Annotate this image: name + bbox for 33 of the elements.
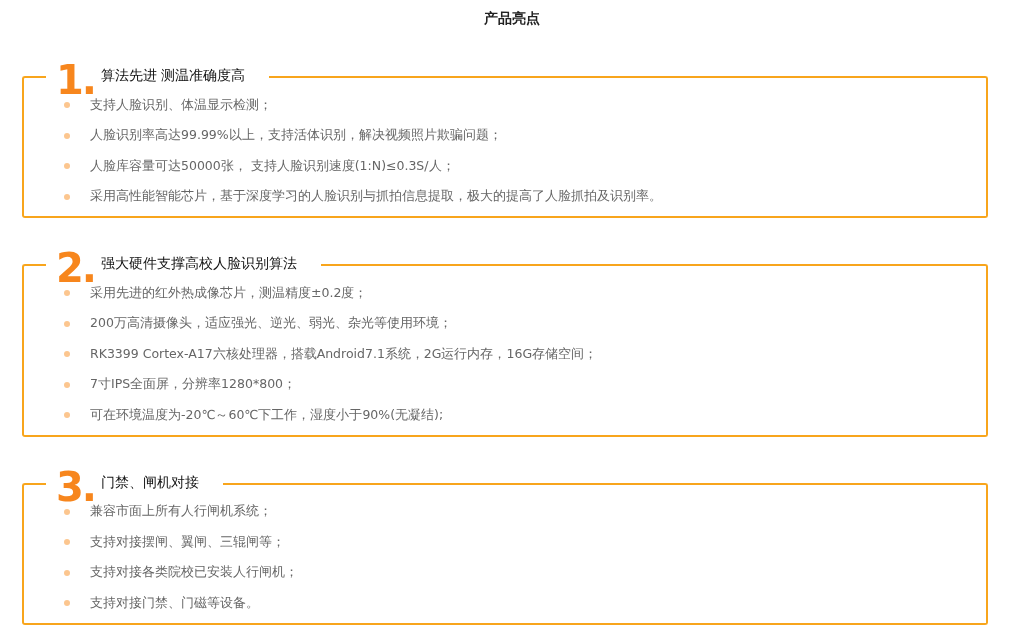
feature-text: 7寸IPS全面屏，分辨率1280*800； bbox=[90, 376, 297, 394]
section-heading: 强大硬件支撑高校人脸识别算法 bbox=[101, 255, 298, 273]
bullet-icon bbox=[64, 132, 70, 139]
section-number: 3. bbox=[56, 468, 96, 505]
feature-text: 支持对接摆闸、翼闸、三辊闸等； bbox=[90, 533, 285, 551]
bullet-icon bbox=[64, 290, 70, 297]
feature-text: 人脸库容量可达50000张， 支持人脸识别速度(1:N)≤0.3S/人； bbox=[90, 157, 455, 175]
feature-text: 采用先进的红外热成像芯片，测温精度±0.2度； bbox=[90, 284, 368, 302]
section-heading: 算法先进 测温准确度高 bbox=[101, 67, 246, 85]
feature-text: 可在环境温度为-20℃～60℃下工作，湿度小于90%(无凝结); bbox=[90, 406, 444, 424]
feature-text: 支持对接门禁、门磁等设备。 bbox=[90, 594, 259, 612]
feature-text: 人脸识别率高达99.99%以上，支持活体识别，解决视频照片欺骗问题； bbox=[90, 127, 502, 145]
section-number: 2. bbox=[56, 250, 96, 286]
bullet-icon bbox=[64, 193, 70, 200]
bullet-icon bbox=[64, 351, 70, 358]
section-heading: 门禁、闸机对接 bbox=[101, 473, 200, 492]
bullet-icon bbox=[64, 600, 70, 607]
bullet-icon bbox=[64, 381, 70, 388]
bullet-icon bbox=[64, 320, 70, 327]
bullet-icon bbox=[64, 539, 70, 546]
page-title: 产品亮点 bbox=[483, 9, 541, 28]
bullet-icon bbox=[64, 102, 70, 109]
bullet-icon bbox=[64, 412, 70, 419]
feature-text: 兼容市面上所有人行闸机系统； bbox=[90, 503, 272, 521]
section-number: 1. bbox=[56, 62, 96, 98]
feature-text: RK3399 Cortex-A17六核处理器，搭载Android7.1系统，2G运行内存，16G存储空间； bbox=[90, 345, 598, 363]
feature-text: 采用高性能智能芯片，基于深度学习的人脸识别与抓拍信息提取，极大的提高了人脸抓拍及识别率。 bbox=[90, 188, 662, 206]
feature-text: 200万高清摄像头，适应强光、逆光、弱光、杂光等使用环境； bbox=[90, 315, 452, 333]
feature-text: 支持对接各类院校已安装人行闸机； bbox=[90, 564, 298, 582]
feature-text: 支持人脸识别、体温显示检测； bbox=[90, 96, 272, 114]
bullet-icon bbox=[64, 508, 70, 515]
bullet-icon bbox=[64, 163, 70, 170]
bullet-icon bbox=[64, 569, 70, 576]
